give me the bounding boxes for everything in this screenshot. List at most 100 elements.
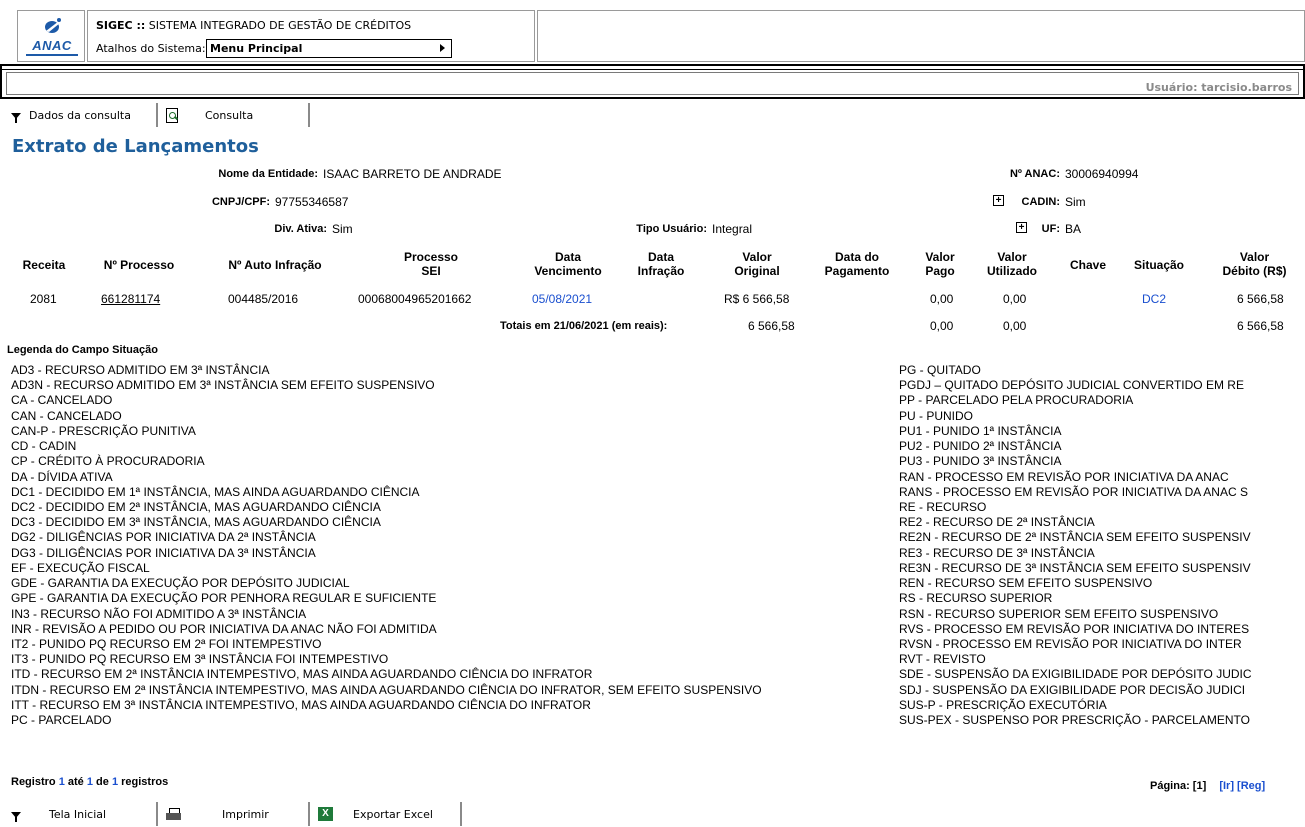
col-receita: Receita (22, 258, 66, 272)
legend-item: SDE - SUSPENSÃO DA EXIGIBILIDADE POR DEP… (899, 667, 1252, 682)
col-infracao-l2: Infração (637, 264, 685, 278)
totals-utilizado: 0,00 (1003, 319, 1027, 333)
row-valor-debito: 6 566,58 (1237, 292, 1284, 306)
legend-item: PU2 - PUNIDO 2ª INSTÂNCIA (899, 439, 1062, 454)
legend-item: RE2 - RECURSO DE 2ª INSTÂNCIA (899, 515, 1095, 530)
legend-item: SUS-PEX - SUSPENSO POR PRESCRIÇÃO - PARC… (899, 713, 1250, 728)
imprimir-label: Imprimir (222, 807, 269, 821)
legend-item: ITD - RECURSO EM 2ª INSTÂNCIA INTEMPESTI… (11, 667, 593, 682)
col-situacao: Situação (1133, 258, 1184, 272)
col-valor-debito-l2: Débito (R$) (1222, 264, 1287, 278)
exportar-excel-button[interactable]: X Exportar Excel (312, 802, 462, 826)
legend-item: DC3 - DECIDIDO EM 3ª INSTÂNCIA, MAS AGUA… (11, 515, 381, 530)
legend-item: AD3N - RECURSO ADMITIDO EM 3ª INSTÂNCIA … (11, 378, 435, 393)
col-processo-sei-l2: SEI (421, 264, 441, 278)
legend-item: CP - CRÉDITO À PROCURADORIA (11, 454, 205, 469)
legend-item: RANS - PROCESSO EM REVISÃO POR INICIATIV… (899, 484, 1248, 499)
legend-item: PP - PARCELADO PELA PROCURADORIA (899, 393, 1134, 408)
col-valor-utilizado-l1: Valor (997, 250, 1027, 264)
legend-item: GPE - GARANTIA DA EXECUÇÃO POR PENHORA R… (11, 591, 437, 606)
row-vencimento: 05/08/2021 (532, 292, 593, 306)
col-valor-pago-l1: Valor (925, 250, 955, 264)
legend-item: DC2 - DECIDIDO EM 2ª INSTÂNCIA, MAS AGUA… (11, 499, 381, 514)
cadin-label: CADIN: (1021, 196, 1061, 208)
consulta-button[interactable]: Consulta (160, 103, 310, 127)
page-ir-link[interactable]: [Ir] (1219, 780, 1234, 792)
filter-icon (11, 113, 21, 123)
legend-item: DG3 - DILIGÊNCIAS POR INICIATIVA DA 3ª I… (11, 545, 316, 560)
legend-item: DC1 - DECIDIDO EM 1ª INSTÂNCIA, MAS AIND… (11, 484, 420, 499)
row-valor-pago: 0,00 (930, 292, 954, 306)
col-valor-original-l2: Original (734, 264, 780, 278)
row-processo-link[interactable]: 661281174 (101, 292, 160, 306)
legend-item: IN3 - RECURSO NÃO FOI ADMITIDO A 3ª INST… (11, 606, 307, 621)
row-auto-infracao: 004485/2016 (228, 292, 299, 306)
divida-ativa-value: Sim (332, 222, 353, 236)
cnpj-value: 97755346587 (275, 195, 349, 209)
logo-underline (26, 54, 78, 56)
row-situacao-link[interactable]: DC2 (1142, 292, 1166, 306)
user-bar-inner: Usuário: tarcisio.barros (6, 72, 1299, 95)
dados-consulta-button[interactable]: Dados da consulta (5, 103, 158, 127)
excel-icon: X (318, 807, 333, 821)
legend-item: PU3 - PUNIDO 3ª INSTÂNCIA (899, 454, 1062, 469)
shortcuts-label: Atalhos do Sistema: (96, 42, 206, 55)
legend-item: CD - CADIN (11, 439, 77, 454)
tela-inicial-button[interactable]: Tela Inicial (5, 802, 158, 826)
reg-suffix: registros (121, 776, 169, 788)
cadin-value: Sim (1065, 195, 1086, 209)
legend-item: SUS-P - PRESCRIÇÃO EXECUTÓRIA (899, 697, 1107, 712)
legend-item: RS - RECURSO SUPERIOR (899, 591, 1053, 606)
col-valor-debito-l1: Valor (1239, 250, 1270, 264)
reg-de: de (96, 776, 109, 788)
legend-item: PU - PUNIDO (899, 408, 974, 423)
user-label: Usuário: tarcisio.barros (1145, 81, 1292, 94)
row-processo-sei: 00068004965201662 (358, 292, 472, 306)
shortcuts-menu[interactable]: Menu Principal (206, 39, 452, 58)
col-valor-pago-l2: Pago (925, 264, 955, 278)
page-title: Extrato de Lançamentos (12, 136, 259, 157)
legend-item: RE3 - RECURSO DE 3ª INSTÂNCIA (899, 545, 1095, 560)
legend-item: RVT - REVISTO (899, 652, 986, 667)
uf-value: BA (1065, 222, 1082, 236)
row-valor-original: R$ 6 566,58 (724, 292, 790, 306)
legend-item: PG - QUITADO (899, 363, 981, 377)
system-desc: SISTEMA INTEGRADO DE GESTÃO DE CRÉDITOS (148, 19, 412, 32)
shortcuts-menu-value: Menu Principal (210, 42, 303, 55)
legend-item: RVS - PROCESSO EM REVISÃO POR INICIATIVA… (899, 621, 1250, 636)
entidade-value: ISAAC BARRETO DE ANDRADE (323, 167, 502, 181)
entidade-label: Nome da Entidade: (218, 168, 318, 180)
col-valor-original: Valor Original (712, 250, 802, 278)
legend-item: REN - RECURSO SEM EFEITO SUSPENSIVO (899, 576, 1153, 591)
legend-item: CAN - CANCELADO (11, 408, 122, 423)
col-chave: Chave (1069, 258, 1107, 272)
legend-item: RSN - RECURSO SUPERIOR SEM EFEITO SUSPEN… (899, 606, 1219, 621)
uf-expand-icon[interactable]: + (1016, 222, 1027, 233)
legend-item: CA - CANCELADO (11, 393, 113, 408)
col-auto-infracao: Nº Auto Infração (228, 258, 322, 272)
legend-item: RAN - PROCESSO EM REVISÃO POR INICIATIVA… (899, 469, 1229, 484)
cadin-expand-icon[interactable]: + (993, 195, 1004, 206)
legend-item: ITDN - RECURSO EM 2ª INSTÂNCIA INTEMPEST… (11, 682, 762, 697)
legend-item: AD3 - RECURSO ADMITIDO EM 3ª INSTÂNCIA (11, 363, 270, 377)
reg-total: 1 (111, 776, 119, 788)
reg-ate: até (67, 776, 84, 788)
legend-item: DG2 - DILIGÊNCIAS POR INICIATIVA DA 2ª I… (11, 530, 316, 545)
legend-item: PC - PARCELADO (11, 713, 112, 728)
system-info: SIGEC :: SISTEMA INTEGRADO DE GESTÃO DE … (87, 10, 535, 62)
legend-title: Legenda do Campo Situação (7, 344, 158, 356)
anac-number-value: 30006940994 (1065, 167, 1139, 181)
reg-to: 1 (86, 776, 93, 788)
col-processo: Nº Processo (103, 258, 175, 272)
imprimir-button[interactable]: Imprimir (160, 802, 310, 826)
anac-logo[interactable]: ANAC (24, 38, 80, 53)
legend-item: EF - EXECUÇÃO FISCAL (11, 560, 150, 575)
record-count: Registro 1 até 1 de 1 registros (11, 776, 168, 788)
app-header: ANAC SIGEC :: SISTEMA INTEGRADO DE GESTÃ… (0, 0, 1305, 62)
legend-right-column: PG - QUITADO PGDJ – QUITADO DEPÓSITO JUD… (899, 363, 1305, 728)
legend-item: GDE - GARANTIA DA EXECUÇÃO POR DEPÓSITO … (11, 576, 350, 591)
col-infracao-l1: Data (647, 250, 674, 264)
col-valor-utilizado: Valor Utilizado (972, 250, 1052, 278)
page-reg-link[interactable]: [Reg] (1237, 780, 1265, 792)
col-valor-pago: Valor Pago (912, 250, 968, 278)
